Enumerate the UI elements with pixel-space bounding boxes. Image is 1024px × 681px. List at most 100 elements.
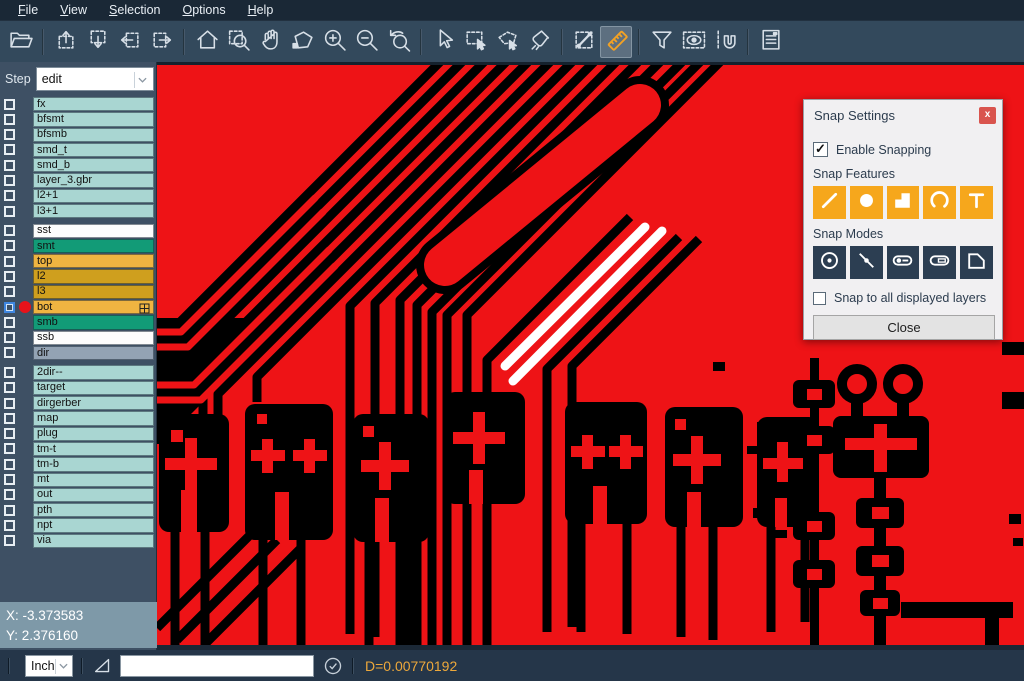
unit-select[interactable]: Inch xyxy=(25,655,73,677)
snap-feature-line-button[interactable] xyxy=(813,186,846,219)
layer-name[interactable]: ssb xyxy=(33,331,154,345)
snap-feature-text-button[interactable] xyxy=(960,186,993,219)
layer-name[interactable]: l2 xyxy=(33,269,154,283)
layer-visibility-checkbox[interactable] xyxy=(4,190,15,201)
apply-check-icon[interactable] xyxy=(322,655,344,677)
layer-visibility-checkbox[interactable] xyxy=(4,520,15,531)
layer-visibility-checkbox[interactable] xyxy=(4,271,15,282)
zoom-out-button[interactable] xyxy=(350,26,382,58)
snap-mode-slot-center-button[interactable] xyxy=(887,246,920,279)
layer-visibility-checkbox[interactable] xyxy=(4,443,15,454)
pan-down-button[interactable] xyxy=(81,26,113,58)
layer-visibility-checkbox[interactable] xyxy=(4,332,15,343)
layer-name[interactable]: tm-b xyxy=(33,457,154,471)
report-button[interactable] xyxy=(754,26,786,58)
layer-visibility-checkbox[interactable] xyxy=(4,129,15,140)
view-box-button[interactable] xyxy=(677,26,709,58)
layer-name[interactable]: smt xyxy=(33,239,154,253)
layer-row-mt[interactable]: mt xyxy=(0,473,156,488)
layer-row-smd_b[interactable]: smd_b xyxy=(0,158,156,173)
home-button[interactable] xyxy=(190,26,222,58)
layer-name[interactable]: pth xyxy=(33,503,154,517)
layer-row-bot[interactable]: bot xyxy=(0,300,156,315)
layer-name[interactable]: l3 xyxy=(33,285,154,299)
layer-name[interactable]: l2+1 xyxy=(33,189,154,203)
layer-row-sst[interactable]: sst xyxy=(0,224,156,239)
layer-row-via[interactable]: via xyxy=(0,534,156,549)
select-polygon-button[interactable] xyxy=(491,26,523,58)
layer-row-fx[interactable]: fx xyxy=(0,97,156,112)
layer-visibility-checkbox[interactable] xyxy=(4,144,15,155)
layer-name[interactable]: top xyxy=(33,254,154,268)
layer-row-top[interactable]: top xyxy=(0,254,156,269)
open-folder-button[interactable] xyxy=(4,26,36,58)
layer-visibility-checkbox[interactable] xyxy=(4,160,15,171)
snap-feature-pad-button[interactable] xyxy=(850,186,883,219)
layer-visibility-checkbox[interactable] xyxy=(4,535,15,546)
layer-visibility-checkbox[interactable] xyxy=(4,489,15,500)
layer-row-plug[interactable]: plug xyxy=(0,427,156,442)
layer-row-tm-t[interactable]: tm-t xyxy=(0,442,156,457)
layer-name[interactable]: smd_t xyxy=(33,143,154,157)
layer-name[interactable]: plug xyxy=(33,427,154,441)
layer-name[interactable]: mt xyxy=(33,473,154,487)
snap-mode-corner-button[interactable] xyxy=(960,246,993,279)
layer-row-out[interactable]: out xyxy=(0,488,156,503)
layer-name[interactable]: bot xyxy=(33,300,154,314)
layer-name[interactable]: sst xyxy=(33,224,154,238)
snap-mode-center-button[interactable] xyxy=(813,246,846,279)
snap-all-layers-checkbox[interactable] xyxy=(813,292,826,305)
layer-name[interactable]: smd_b xyxy=(33,158,154,172)
layer-row-dirgerber[interactable]: dirgerber xyxy=(0,396,156,411)
layer-name[interactable]: fx xyxy=(33,97,154,111)
layer-visibility-checkbox[interactable] xyxy=(4,505,15,516)
layer-visibility-checkbox[interactable] xyxy=(4,225,15,236)
layer-name[interactable]: l3+1 xyxy=(33,204,154,218)
layer-row-tm-b[interactable]: tm-b xyxy=(0,457,156,472)
layer-name[interactable]: bfsmb xyxy=(33,128,154,142)
layer-name[interactable]: bfsmt xyxy=(33,112,154,126)
layer-visibility-checkbox[interactable] xyxy=(4,459,15,470)
layer-row-l2[interactable]: l2 xyxy=(0,269,156,284)
menu-view[interactable]: View xyxy=(50,1,97,19)
layer-name[interactable]: out xyxy=(33,488,154,502)
layer-row-smd_t[interactable]: smd_t xyxy=(0,143,156,158)
layer-row-bfsmt[interactable]: bfsmt xyxy=(0,112,156,127)
step-select[interactable]: edit xyxy=(36,67,154,91)
close-icon[interactable]: x xyxy=(979,107,996,124)
layer-name[interactable]: 2dir-- xyxy=(33,365,154,379)
layer-row-ssb[interactable]: ssb xyxy=(0,331,156,346)
layer-row-pth[interactable]: pth xyxy=(0,503,156,518)
layer-visibility-checkbox[interactable] xyxy=(4,382,15,393)
dialog-titlebar[interactable]: Snap Settings x xyxy=(804,100,1002,130)
select-rect-button[interactable] xyxy=(459,26,491,58)
snap-magnet-button[interactable] xyxy=(709,26,741,58)
measure-value-input[interactable] xyxy=(120,655,314,677)
pan-up-button[interactable] xyxy=(49,26,81,58)
menu-help[interactable]: Help xyxy=(238,1,284,19)
layer-visibility-checkbox[interactable] xyxy=(4,474,15,485)
layer-visibility-checkbox[interactable] xyxy=(4,317,15,328)
zoom-in-button[interactable] xyxy=(318,26,350,58)
enable-snapping-checkbox[interactable] xyxy=(813,142,828,157)
layer-row-npt[interactable]: npt xyxy=(0,518,156,533)
zoom-window-button[interactable] xyxy=(222,26,254,58)
layer-visibility-checkbox[interactable] xyxy=(4,302,15,313)
layer-name[interactable]: dir xyxy=(33,346,154,360)
layer-visibility-checkbox[interactable] xyxy=(4,413,15,424)
layer-name[interactable]: target xyxy=(33,381,154,395)
layer-name[interactable]: map xyxy=(33,411,154,425)
snap-mode-slot-outline-button[interactable] xyxy=(923,246,956,279)
menu-selection[interactable]: Selection xyxy=(99,1,170,19)
menu-file[interactable]: File xyxy=(8,1,48,19)
pan-left-button[interactable] xyxy=(113,26,145,58)
layer-row-l2+1[interactable]: l2+1 xyxy=(0,189,156,204)
layer-row-smt[interactable]: smt xyxy=(0,239,156,254)
layer-visibility-checkbox[interactable] xyxy=(4,175,15,186)
layer-visibility-checkbox[interactable] xyxy=(4,428,15,439)
layer-name[interactable]: npt xyxy=(33,518,154,532)
angle-measure-icon[interactable] xyxy=(92,655,114,677)
layer-visibility-checkbox[interactable] xyxy=(4,114,15,125)
layer-name[interactable]: layer_3.gbr xyxy=(33,173,154,187)
layer-row-bfsmb[interactable]: bfsmb xyxy=(0,128,156,143)
